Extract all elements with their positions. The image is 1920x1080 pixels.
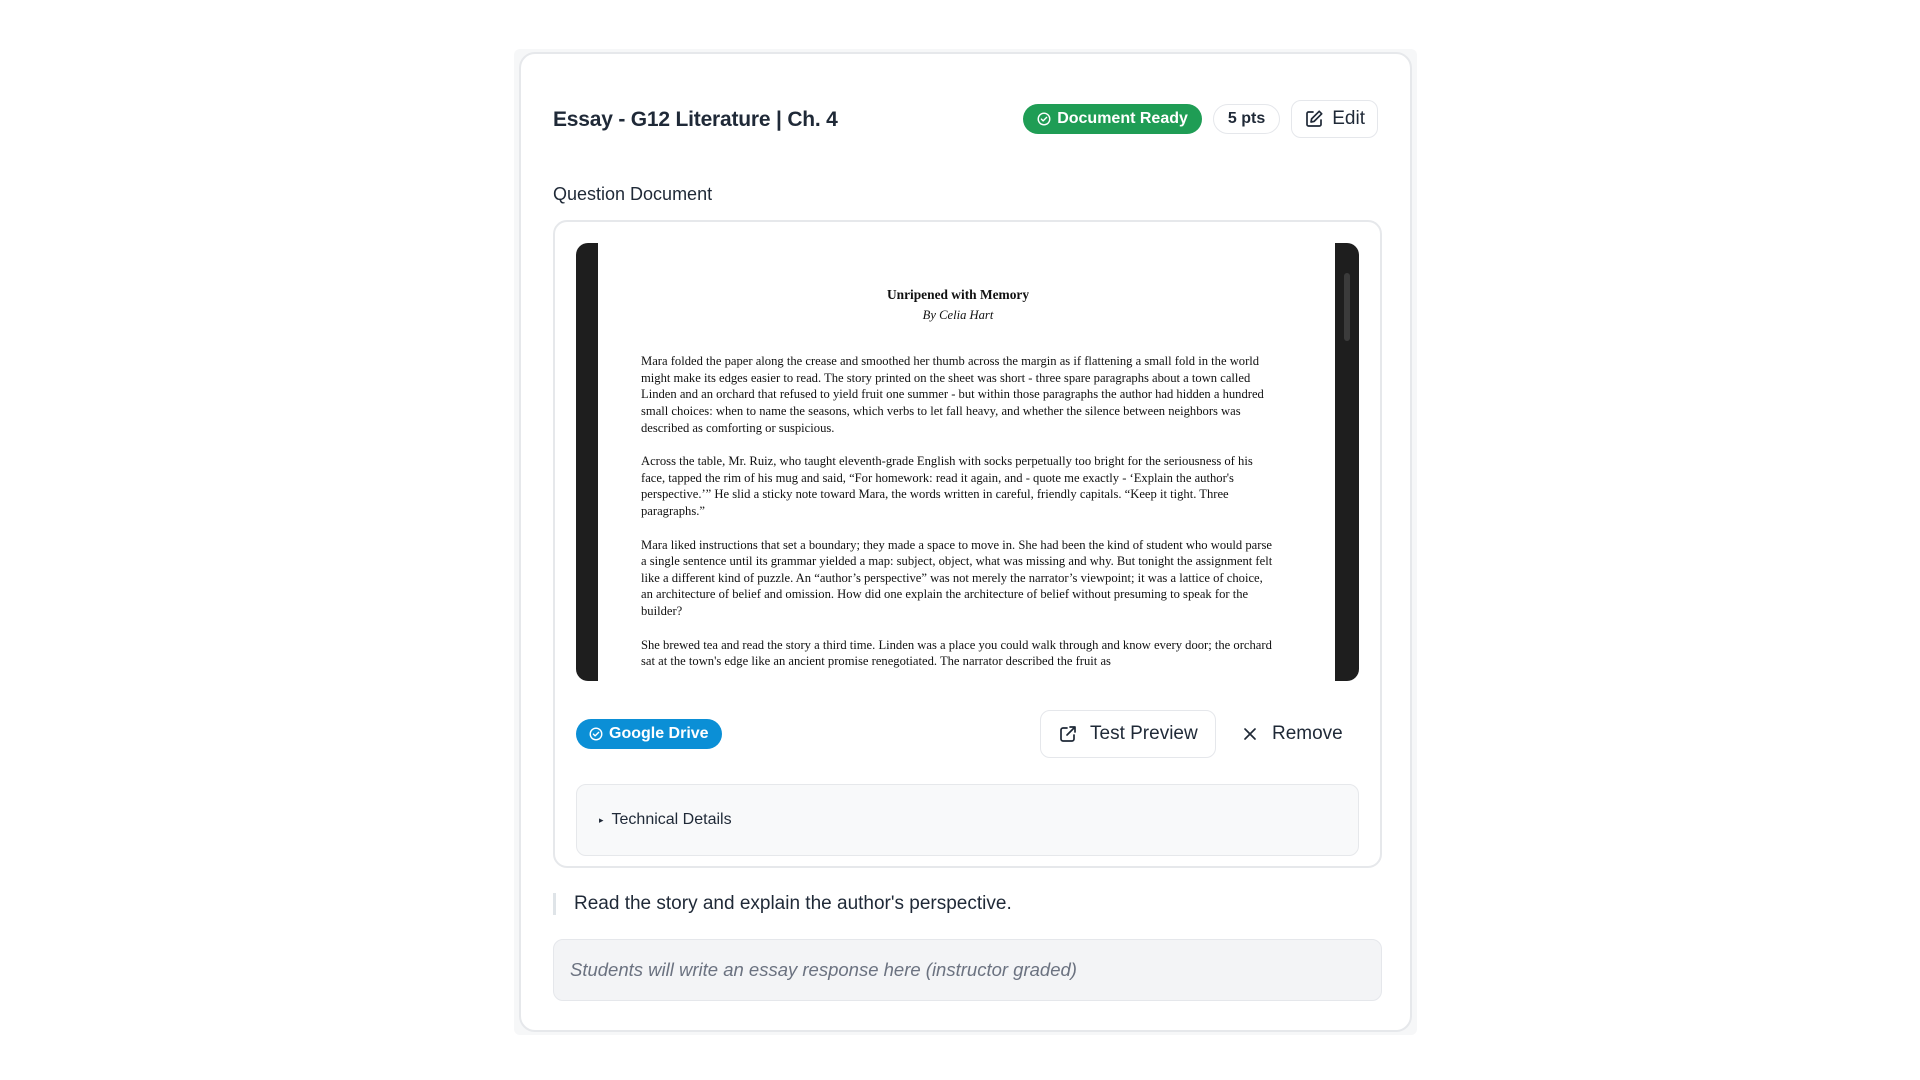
check-circle-icon — [589, 727, 603, 741]
source-badge-label: Google Drive — [609, 725, 709, 742]
status-badge-label: Document Ready — [1057, 110, 1188, 127]
prompt-text: Read the story and explain the author's … — [574, 893, 1012, 914]
prompt-accent-bar — [553, 893, 556, 915]
story-title: Unripened with Memory — [886, 287, 1030, 302]
remove-button[interactable]: Remove — [1228, 710, 1361, 758]
test-preview-label: Test Preview — [1090, 723, 1198, 744]
remove-label: Remove — [1272, 723, 1343, 744]
story-paragraph: She brewed tea and read the story a thir… — [641, 637, 1272, 669]
close-icon — [1242, 726, 1258, 742]
status-badge: Document Ready — [1023, 104, 1202, 134]
test-preview-button[interactable]: Test Preview — [1040, 710, 1216, 758]
document-page: Unripened with Memory By Celia Hart Mara… — [598, 243, 1335, 681]
card-title: Essay - G12 Literature | Ch. 4 — [553, 108, 838, 131]
edit-button-label: Edit — [1332, 108, 1365, 129]
check-circle-icon — [1037, 112, 1051, 126]
points-badge: 5 pts — [1212, 104, 1281, 134]
viewer-scrollbar[interactable] — [1344, 273, 1350, 341]
document-viewer[interactable]: Unripened with Memory By Celia Hart Mara… — [576, 243, 1359, 681]
header-actions: Document Ready 5 pts Edit — [1023, 100, 1378, 138]
document-actions: Google Drive Test Preview Remove — [576, 710, 1359, 758]
card-header: Essay - G12 Literature | Ch. 4 Document … — [553, 100, 1378, 140]
technical-details-toggle[interactable]: ▸ Technical Details — [576, 784, 1359, 856]
external-link-icon — [1058, 724, 1078, 744]
question-card: Essay - G12 Literature | Ch. 4 Document … — [519, 52, 1412, 1032]
story-paragraph: Across the table, Mr. Ruiz, who taught e… — [641, 454, 1253, 518]
document-panel: Unripened with Memory By Celia Hart Mara… — [553, 220, 1382, 868]
section-label: Question Document — [553, 184, 713, 204]
essay-response-field[interactable]: Students will write an essay response he… — [553, 939, 1382, 1001]
caret-right-icon: ▸ — [599, 814, 604, 825]
story-author: By Celia Hart — [922, 307, 994, 322]
edit-button[interactable]: Edit — [1291, 100, 1378, 138]
question-prompt: Read the story and explain the author's … — [553, 892, 1012, 916]
story-paragraph: Mara liked instructions that set a bound… — [641, 537, 1273, 618]
source-badge: Google Drive — [576, 719, 722, 749]
story-paragraph: Mara folded the paper along the crease a… — [641, 354, 1264, 435]
edit-icon — [1304, 109, 1324, 129]
technical-details-label: Technical Details — [611, 811, 732, 828]
